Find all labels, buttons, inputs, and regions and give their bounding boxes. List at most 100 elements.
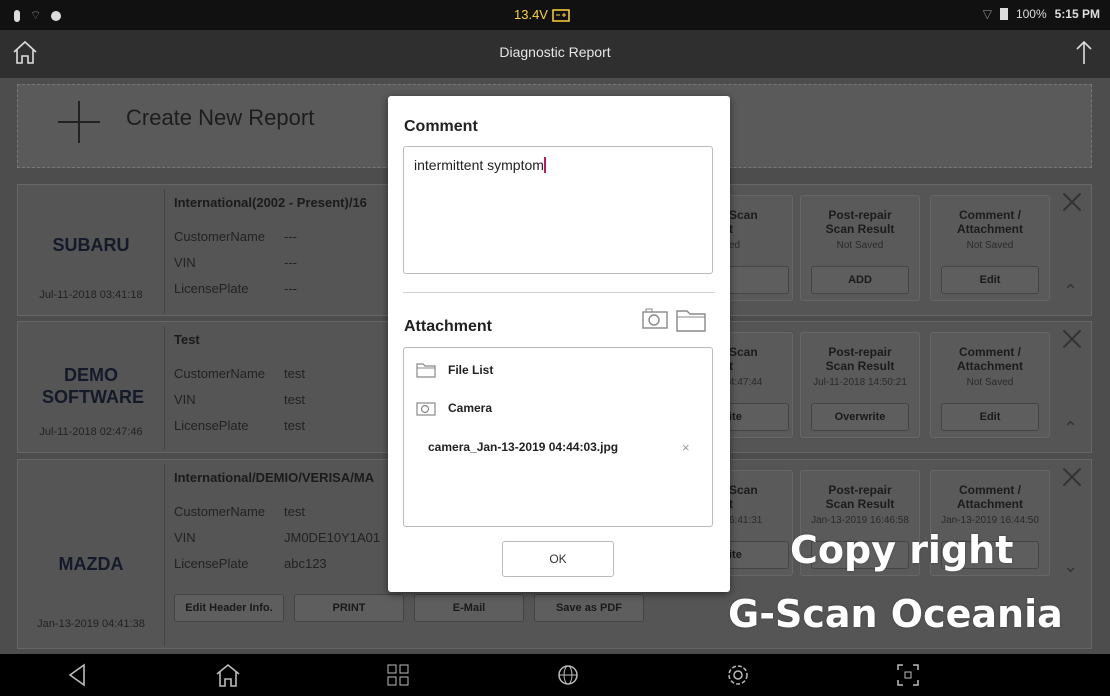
notification-icon <box>14 9 20 22</box>
attachment-file[interactable]: camera_Jan-13-2019 04:44:03.jpg <box>428 440 618 454</box>
camera-option[interactable]: Camera <box>416 400 492 416</box>
wifi-icon: ⌔ <box>30 8 42 22</box>
signal-icon: ▽ <box>982 7 992 21</box>
watermark-line-1: Copy right <box>790 528 1014 572</box>
plate-value: --- <box>284 281 297 296</box>
camera-label: Camera <box>448 401 493 415</box>
globe-icon[interactable] <box>554 662 582 688</box>
comment-edit-button[interactable]: Edit <box>941 403 1039 431</box>
chevron-up-icon[interactable]: ⌃ <box>1063 282 1081 300</box>
battery-icon <box>999 8 1008 20</box>
vin-row: VIN JM0DE10Y1A01 <box>174 530 394 545</box>
comment-status: Not Saved <box>966 240 1014 251</box>
pre-scan-button[interactable]: ite <box>729 403 789 431</box>
chevron-down-icon[interactable]: ⌄ <box>1063 557 1081 575</box>
vin-label: VIN <box>174 392 196 407</box>
voltage-value: 13.4V <box>514 7 548 22</box>
file-list-option[interactable]: File List <box>416 362 493 378</box>
edit-header-button[interactable]: Edit Header Info. <box>174 594 284 622</box>
recent-apps-icon[interactable] <box>384 662 412 688</box>
pre-scan-button[interactable]: ite <box>729 541 789 569</box>
plate-row: LicensePlate --- <box>174 281 394 296</box>
chevron-up-icon[interactable]: ⌃ <box>1063 419 1081 437</box>
customer-value: --- <box>284 229 297 244</box>
pre-scan-title-a: Scan <box>729 483 758 497</box>
pre-scan-status: 4:47:44 <box>729 377 763 388</box>
vehicle-make: DEMO SOFTWARE <box>42 365 144 407</box>
delete-report-icon[interactable] <box>1063 330 1081 348</box>
alert-icon <box>51 10 62 21</box>
create-new-report-label: Create New Report <box>126 105 315 130</box>
plate-value: abc123 <box>284 556 327 571</box>
ok-button[interactable]: OK <box>502 541 614 577</box>
customer-value: test <box>284 504 305 519</box>
customer-value: test <box>284 366 305 381</box>
plate-row: LicensePlate abc123 <box>174 556 394 571</box>
comment-attachment: Comment / Attachment Not Saved Edit <box>930 195 1050 301</box>
comment-edit-button[interactable]: Edit <box>941 266 1039 294</box>
customer-label: CustomerName <box>174 366 266 381</box>
post-repair-status: Jan-13-2019 16:46:58 <box>811 515 909 526</box>
print-button[interactable]: PRINT <box>294 594 404 622</box>
battery-voltage-icon <box>552 8 570 22</box>
vin-row: VIN test <box>174 392 394 407</box>
folder-icon <box>416 363 436 378</box>
save-pdf-button[interactable]: Save as PDF <box>534 594 644 622</box>
comment-status: Not Saved <box>966 377 1014 388</box>
attachment-list: File List Camera camera_Jan-13-2019 04:4… <box>403 347 713 527</box>
comment-status: Jan-13-2019 16:44:50 <box>941 515 1039 526</box>
divider <box>164 464 165 646</box>
remove-attachment-icon[interactable]: × <box>682 440 690 455</box>
plus-icon <box>58 101 100 143</box>
comment-attachment: Comment / Attachment Not Saved Edit <box>930 332 1050 438</box>
vin-label: VIN <box>174 530 196 545</box>
customer-label: CustomerName <box>174 504 266 519</box>
title-bar: Diagnostic Report <box>0 30 1110 78</box>
file-list-label: File List <box>448 363 494 377</box>
pre-scan-title-a: Scan <box>729 345 758 359</box>
upload-icon[interactable] <box>1072 38 1096 68</box>
report-date: Jan-13-2019 04:41:38 <box>37 618 145 630</box>
pre-scan-title: Scan t <box>729 345 758 373</box>
status-icons-right: ▽ 100% 5:15 PM <box>983 7 1100 21</box>
comment-text: intermittent symptom <box>414 157 544 173</box>
divider <box>403 292 715 293</box>
comment-heading: Comment <box>404 118 478 135</box>
post-repair-title: Post-repair Scan Result <box>825 483 895 511</box>
home-icon[interactable] <box>214 662 242 688</box>
post-repair-scan-result: Post-repair Scan Result Jul-11-2018 14:5… <box>800 332 920 438</box>
vehicle-header: Test <box>174 332 200 347</box>
customer-row: CustomerName test <box>174 504 394 519</box>
comment-title: Comment / Attachment <box>956 483 1023 511</box>
post-repair-title: Post-repair Scan Result <box>825 208 895 236</box>
camera-icon[interactable] <box>642 308 668 330</box>
settings-icon[interactable] <box>724 662 752 688</box>
vehicle-make: MAZDA <box>58 554 124 574</box>
vehicle-header: International/DEMIO/VERISA/MA <box>174 470 375 485</box>
email-button[interactable]: E-Mail <box>414 594 524 622</box>
post-repair-status: Jul-11-2018 14:50:21 <box>813 377 907 388</box>
screenshot-icon[interactable] <box>894 662 922 688</box>
folder-icon[interactable] <box>676 308 706 332</box>
battery-percent: 100% <box>1015 7 1047 21</box>
vehicle-make: SUBARU <box>52 235 130 255</box>
delete-report-icon[interactable] <box>1063 193 1081 211</box>
post-repair-overwrite-button[interactable]: Overwrite <box>811 403 909 431</box>
post-repair-title: Post-repair Scan Result <box>825 345 895 373</box>
pre-scan-button[interactable] <box>729 266 789 294</box>
post-repair-add-button[interactable]: ADD <box>811 266 909 294</box>
watermark-line-2: G-Scan Oceania <box>728 592 1063 636</box>
navigation-bar <box>0 654 1110 696</box>
plate-label: LicensePlate <box>174 281 249 296</box>
report-date: Jul-11-2018 03:41:18 <box>39 289 143 301</box>
vehicle-header: International(2002 - Present)/16 <box>174 195 367 210</box>
comment-textarea[interactable]: intermittent symptom <box>403 146 713 274</box>
plate-value: test <box>284 418 305 433</box>
voltage-readout: 13.4V <box>514 7 570 22</box>
back-icon[interactable] <box>64 662 92 688</box>
attachment-actions <box>642 308 706 332</box>
delete-report-icon[interactable] <box>1063 468 1081 486</box>
text-cursor <box>543 157 546 173</box>
vin-row: VIN --- <box>174 255 394 270</box>
pre-scan-title: Scan t <box>729 208 758 236</box>
